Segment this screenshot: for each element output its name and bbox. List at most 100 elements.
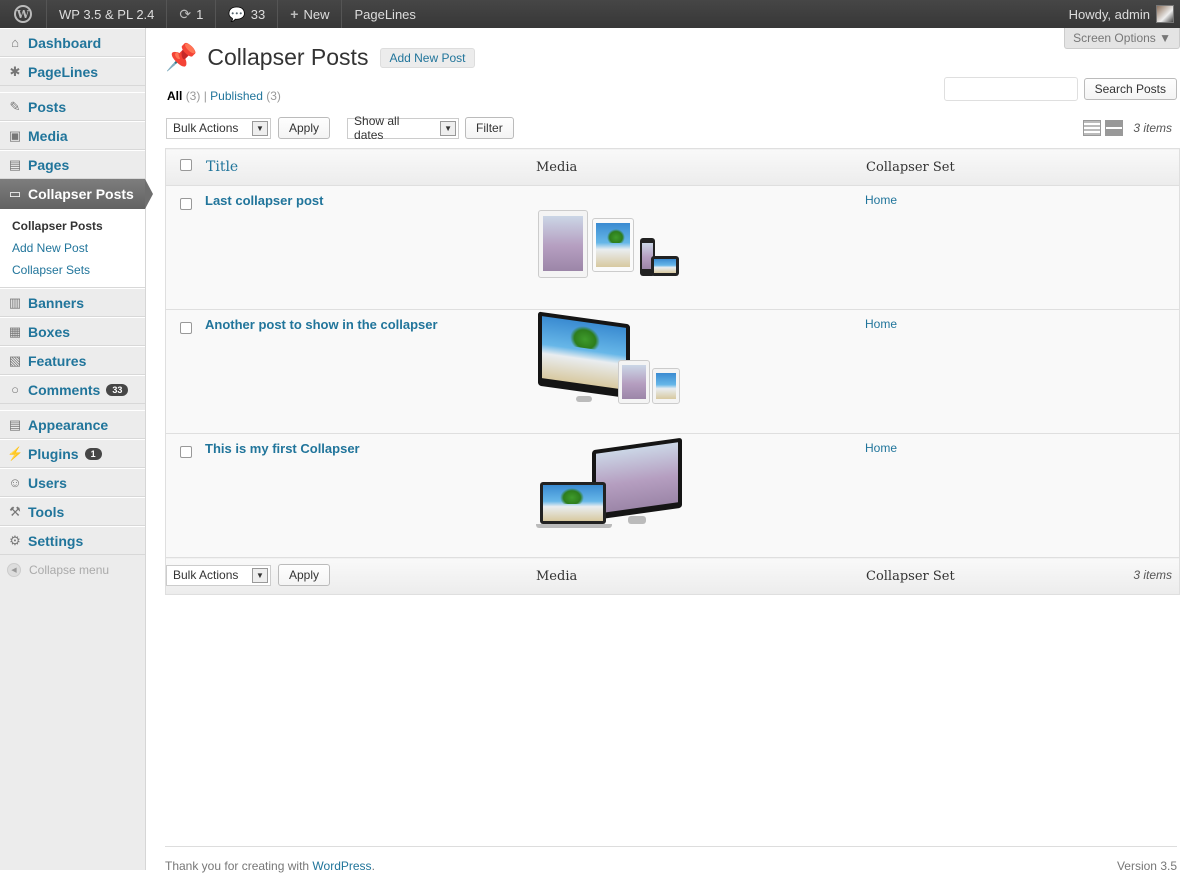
search-box: Search Posts <box>943 77 1177 101</box>
menu-pages[interactable]: ▤ Pages <box>0 150 145 179</box>
submenu-add-new-post[interactable]: Add New Post <box>0 237 145 259</box>
admin-sidebar: ⌂ Dashboard ✱ PageLines ✎ Posts ▣ Media ▤ Pag… <box>0 28 153 870</box>
menu-pagelines[interactable]: ✱ PageLines <box>0 57 145 86</box>
select-all-checkbox[interactable] <box>179 159 192 171</box>
wordpress-logo-icon[interactable]: W <box>0 0 47 28</box>
filter-button[interactable]: Filter <box>465 117 514 139</box>
post-title-link[interactable]: This is my first Collapser <box>205 434 535 456</box>
menu-comments[interactable]: ○ Comments 33 <box>0 375 145 404</box>
admin-bar: W WP 3.5 & PL 2.4 ⟳ 1 💬 33 + New PageLines … <box>0 0 1180 28</box>
collapser-set-link[interactable]: Home <box>865 310 1179 331</box>
collapser-set-link[interactable]: Home <box>865 186 1179 207</box>
footer-version: Version 3.5 <box>1116 859 1177 873</box>
features-icon: ▧ <box>8 352 22 368</box>
collapser-set-link[interactable]: Home <box>865 434 1179 455</box>
tablenav-bottom-right: 3 items <box>1133 568 1172 582</box>
menu-plugins[interactable]: ⚡ Plugins 1 <box>0 439 145 468</box>
menu-dashboard[interactable]: ⌂ Dashboard <box>0 28 145 57</box>
collapse-menu-button[interactable]: ◀ Collapse menu <box>0 555 145 585</box>
screen-options-button[interactable]: Screen Options ▼ <box>1064 28 1180 49</box>
row-checkbox[interactable] <box>179 322 192 334</box>
search-posts-button[interactable]: Search Posts <box>1083 78 1177 100</box>
my-account-link[interactable]: Howdy, admin <box>1057 0 1180 28</box>
chevron-down-icon: ▼ <box>440 120 457 136</box>
posts-table: Title Media Collapser Set Last collapser… <box>165 148 1180 595</box>
menu-appearance[interactable]: ▤ Appearance <box>0 410 145 439</box>
comments-link[interactable]: 💬 33 <box>216 0 279 28</box>
menu-boxes[interactable]: ▦ Boxes <box>0 317 145 346</box>
row-checkbox[interactable] <box>179 198 192 210</box>
page-title: Collapser Posts <box>207 44 369 70</box>
site-name-link[interactable]: WP 3.5 & PL 2.4 <box>47 0 168 28</box>
tablenav-top: Bulk Actions ▼ Apply Show all dates ▼ Filt… <box>166 114 514 142</box>
post-thumbnail[interactable] <box>536 311 686 414</box>
submenu-collapser-sets[interactable]: Collapser Sets <box>0 259 145 281</box>
post-title-link[interactable]: Last collapser post <box>205 186 535 208</box>
bulk-actions-select[interactable]: Bulk Actions ▼ <box>166 117 271 139</box>
boxes-icon: ▦ <box>8 323 22 339</box>
plug-icon: ⚡ <box>7 445 24 461</box>
items-count: 3 items <box>1133 121 1172 135</box>
collapser-submenu: Collapser Posts Add New Post Collapser S… <box>0 209 145 288</box>
table-row: Last collapser post Home <box>165 185 1180 310</box>
plus-icon: + <box>290 6 299 22</box>
pagelines-link[interactable]: PageLines <box>342 0 427 28</box>
submenu-collapser-posts[interactable]: Collapser Posts <box>0 215 145 237</box>
wordpress-link[interactable]: WordPress <box>312 859 371 873</box>
menu-settings[interactable]: ⚙ Settings <box>0 526 145 555</box>
row-checkbox[interactable] <box>179 446 192 458</box>
admin-footer: Thank you for creating with WordPress. V… <box>165 846 1177 873</box>
refresh-icon: ⟳ <box>179 5 192 22</box>
footer-thanks: Thank you for creating with WordPress. <box>165 859 375 873</box>
menu-collapser-posts[interactable]: ▭ Collapser Posts <box>0 179 153 209</box>
post-thumbnail[interactable] <box>536 437 686 538</box>
bulk-actions-select-bottom[interactable]: Bulk Actions ▼ <box>166 564 271 586</box>
post-thumbnail[interactable] <box>536 210 686 290</box>
column-title-header[interactable]: Title <box>205 148 535 186</box>
media-icon: ▣ <box>8 127 22 143</box>
pagelines-icon: ✱ <box>9 63 21 79</box>
pushpin-icon: ✎ <box>9 98 21 114</box>
updates-link[interactable]: ⟳ 1 <box>167 0 217 28</box>
add-new-post-button[interactable]: Add New Post <box>380 47 475 68</box>
post-title-link[interactable]: Another post to show in the collapser <box>205 310 535 332</box>
column-media-header: Media <box>535 148 865 186</box>
filter-published-link[interactable]: Published <box>210 89 263 103</box>
pages-icon: ▤ <box>8 156 22 172</box>
comment-bubble-icon: 💬 <box>228 5 246 22</box>
home-icon: ⌂ <box>11 35 19 50</box>
avatar <box>1156 5 1174 23</box>
plugins-count-badge: 1 <box>84 447 102 460</box>
items-count: 3 items <box>1133 568 1172 582</box>
tablenav-bottom: Bulk Actions ▼ Apply <box>166 564 331 586</box>
menu-media[interactable]: ▣ Media <box>0 121 145 150</box>
new-content-link[interactable]: + New <box>278 0 343 28</box>
table-row: Another post to show in the collapser Ho… <box>165 309 1180 434</box>
menu-posts[interactable]: ✎ Posts <box>0 92 145 121</box>
filter-all-link[interactable]: All <box>167 89 182 103</box>
column-set-footer: Collapser Set <box>865 557 1180 595</box>
column-set-header: Collapser Set <box>865 148 1180 186</box>
menu-users[interactable]: ☺ Users <box>0 468 145 497</box>
apply-button[interactable]: Apply <box>278 117 331 139</box>
date-filter-select[interactable]: Show all dates ▼ <box>347 114 460 142</box>
menu-features[interactable]: ▧ Features <box>0 346 145 375</box>
users-icon: ☺ <box>8 475 22 490</box>
settings-icon: ⚙ <box>9 532 21 548</box>
menu-banners[interactable]: ▥ Banners <box>0 288 145 317</box>
chevron-down-icon: ▼ <box>252 567 268 583</box>
collapse-arrow-icon: ◀ <box>7 563 21 577</box>
comment-icon: ○ <box>11 382 19 397</box>
pushpin-icon: 📌 <box>165 42 198 72</box>
comments-count-badge: 33 <box>106 383 129 396</box>
page-header: 📌 Collapser Posts Add New Post <box>165 42 475 73</box>
search-input[interactable] <box>943 77 1078 101</box>
apply-button-bottom[interactable]: Apply <box>278 564 331 586</box>
tablenav-top-right: 3 items <box>1083 120 1172 136</box>
menu-tools[interactable]: ⚒ Tools <box>0 497 145 526</box>
main-content: Screen Options ▼ 📌 Collapser Posts Add N… <box>165 28 1180 873</box>
banner-icon: ▥ <box>8 294 22 310</box>
excerpt-view-icon[interactable] <box>1105 120 1124 136</box>
list-view-icon[interactable] <box>1083 120 1102 136</box>
chevron-down-icon: ▼ <box>252 120 268 136</box>
